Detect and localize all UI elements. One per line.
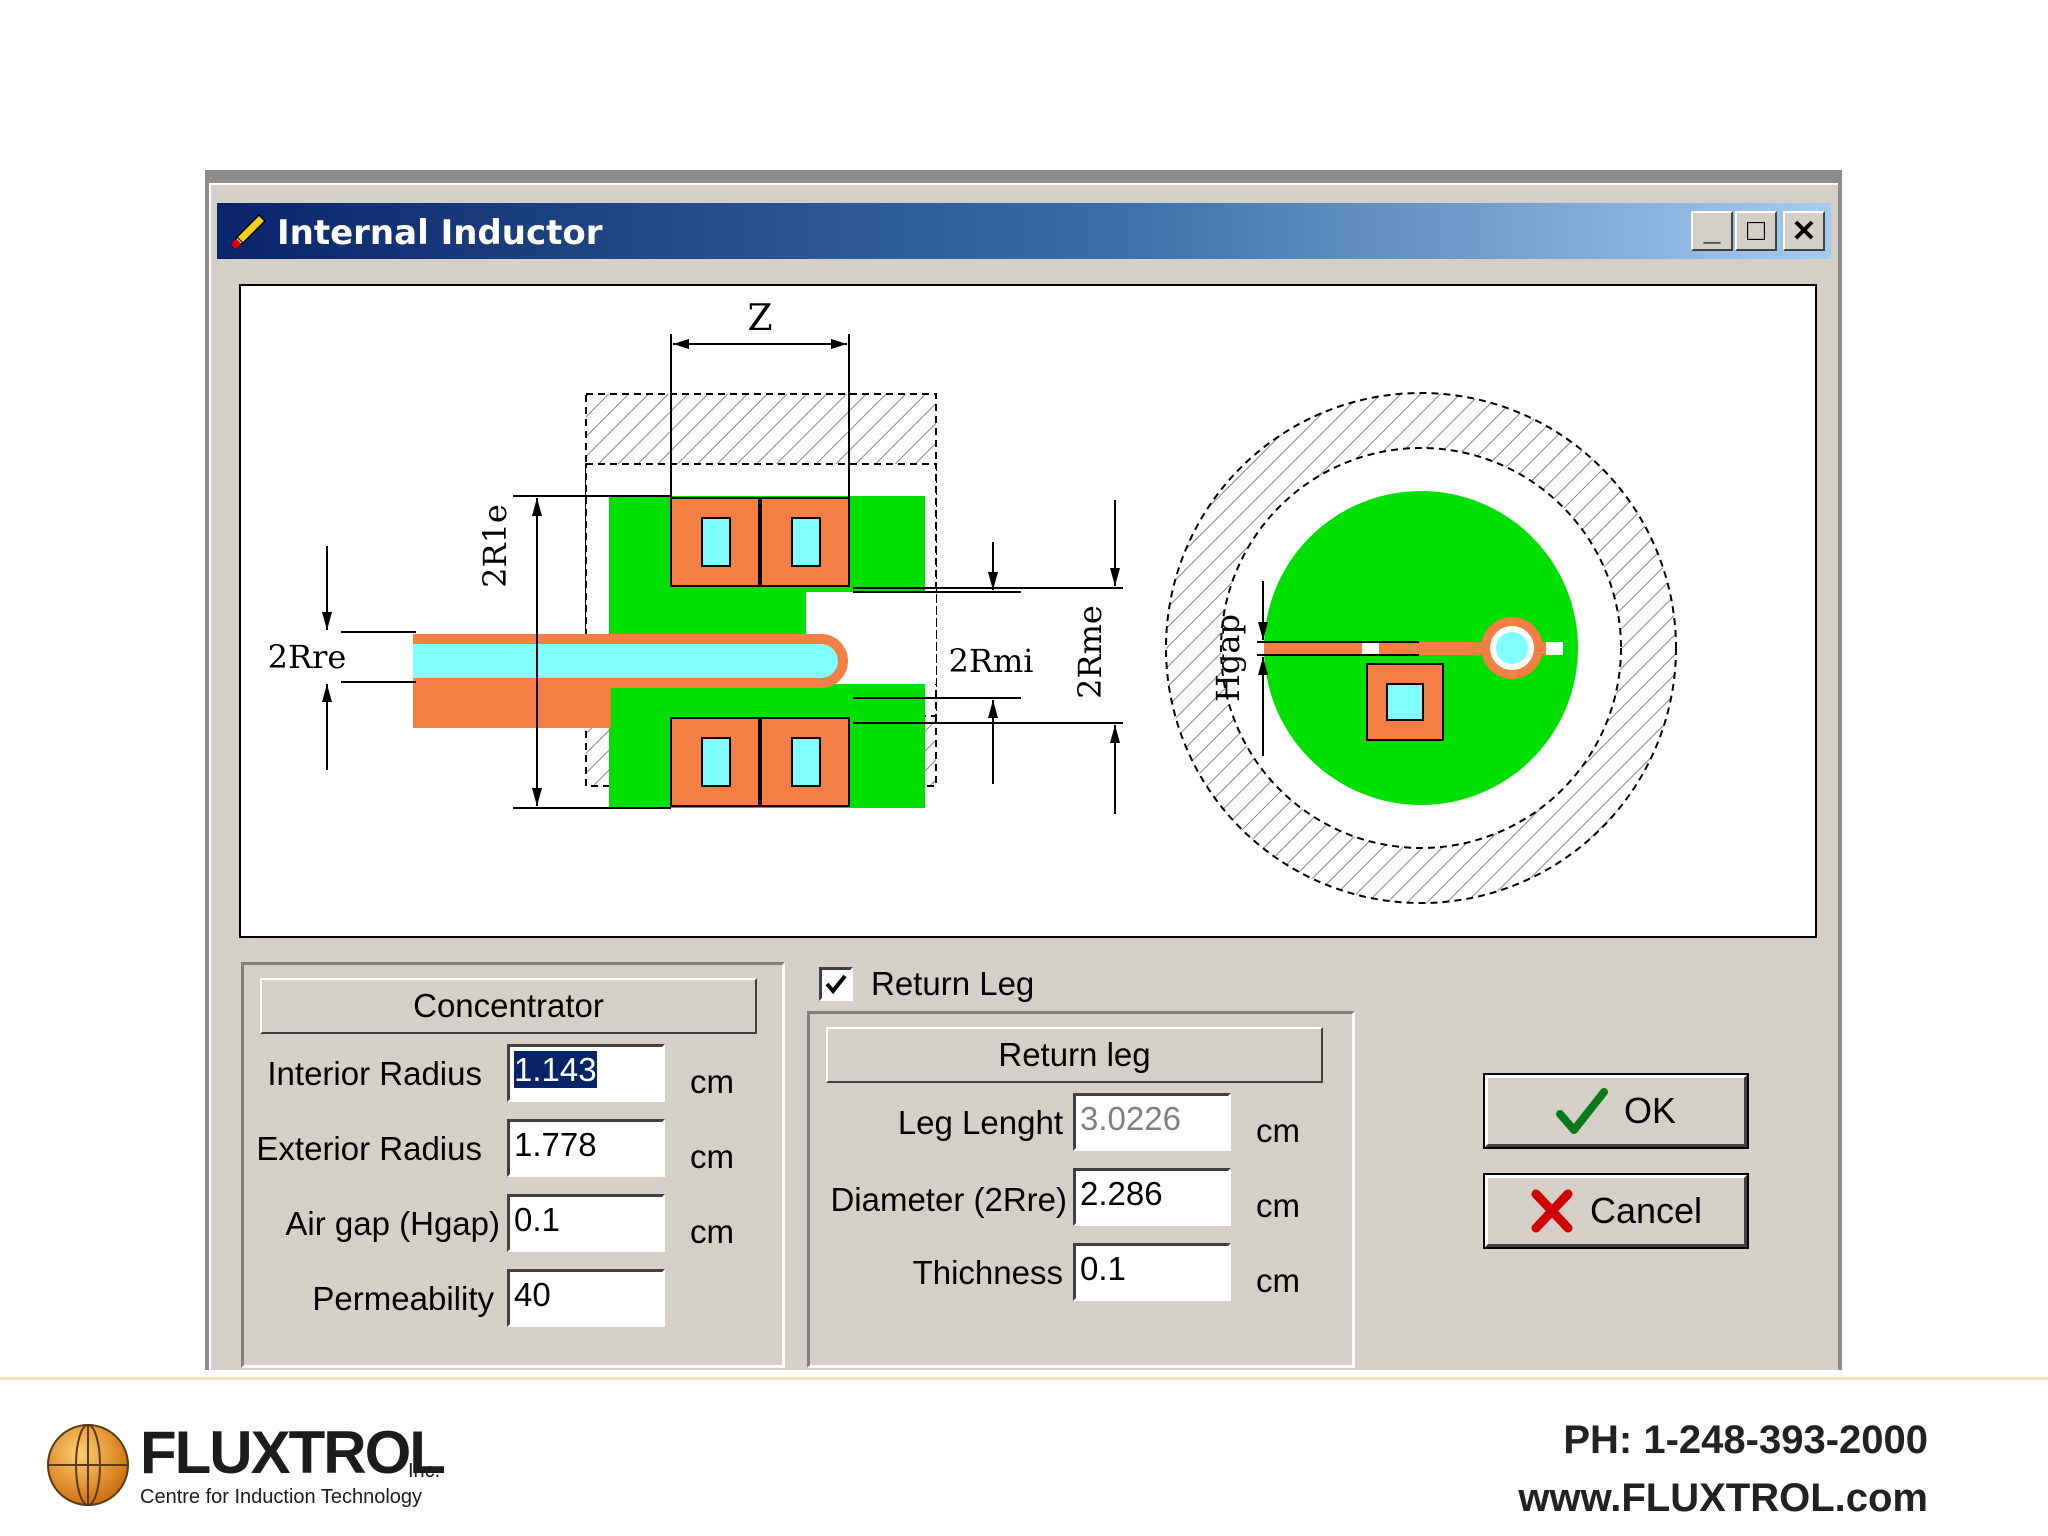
side-view [322,334,1123,814]
window-title: Internal Inductor [277,213,603,253]
exterior-radius-label: Exterior Radius [256,1130,482,1167]
fluxtrol-logo-text: FLUXTROL [140,1419,446,1486]
interior-radius-input[interactable]: 1.143 [507,1044,665,1102]
permeability-label: Permeability [312,1280,494,1317]
exterior-radius-input[interactable]: 1.778 [507,1119,665,1177]
ok-button[interactable]: OK [1483,1073,1749,1149]
diameter-unit: cm [1256,1187,1300,1224]
air-gap-label: Air gap (Hgap) [285,1205,500,1242]
leg-length-input[interactable]: 3.0226 [1073,1093,1231,1151]
minimize-button[interactable]: _ [1691,211,1733,251]
fluxtrol-logo-suffix: Inc. [408,1460,441,1482]
close-button[interactable]: ✕ [1783,211,1825,251]
return-leg-panel: Return leg Leg Lenght 3.0226 cm Diameter… [807,1011,1355,1368]
label-z: Z [747,298,772,339]
pencil-icon [231,213,267,249]
checkmark-icon [1555,1088,1608,1134]
fluxtrol-globe-icon [47,1424,129,1506]
minimize-icon: _ [1703,214,1721,247]
label-2rre: 2Rre [268,638,347,676]
ok-button-label: OK [1623,1090,1676,1131]
interior-radius-unit: cm [690,1063,734,1100]
concentrator-panel: Concentrator Interior Radius 1.143 cm Ex… [241,962,785,1368]
thickness-unit: cm [1256,1262,1300,1299]
internal-inductor-dialog: Internal Inductor _ □ ✕ Z 2R1e 2Rre 2Rmi… [209,183,1838,1370]
label-hgap: Hgap [1209,614,1247,702]
diameter-input[interactable]: 2.286 [1073,1168,1231,1226]
diameter-label: Diameter (2Rre) [830,1181,1067,1218]
air-gap-input[interactable]: 0.1 [507,1194,665,1252]
return-leg-checkbox[interactable] [819,967,853,1001]
fluxtrol-tagline: Centre for Induction Technology [140,1486,423,1508]
title-bar[interactable]: Internal Inductor _ □ ✕ [217,203,1831,259]
label-2r1e: 2R1e [476,504,514,588]
thickness-input[interactable]: 0.1 [1073,1243,1231,1301]
concentrator-header[interactable]: Concentrator [260,978,757,1034]
inductor-diagram: Z 2R1e 2Rre 2Rmi 2Rme Hgap [239,284,1817,938]
permeability-input[interactable]: 40 [507,1269,665,1327]
footer-website: www.FLUXTROL.com [1518,1476,1928,1520]
interior-radius-label: Interior Radius [267,1055,482,1092]
footer-phone: PH: 1-248-393-2000 [1563,1418,1928,1462]
checkmark-icon [825,974,847,995]
return-leg-checkbox-label[interactable]: Return Leg [871,965,1034,1003]
label-2rme: 2Rme [1071,605,1109,699]
footer-divider [0,1377,2048,1380]
air-gap-unit: cm [690,1213,734,1250]
leg-length-unit: cm [1256,1112,1300,1149]
red-x-icon [1531,1189,1573,1233]
leg-length-label: Leg Lenght [897,1104,1063,1141]
exterior-radius-unit: cm [690,1138,734,1175]
cancel-button-label: Cancel [1589,1190,1703,1231]
close-icon: ✕ [1791,214,1817,248]
cancel-button[interactable]: Cancel [1483,1173,1749,1249]
maximize-icon: □ [1746,214,1766,247]
maximize-button[interactable]: □ [1735,211,1777,251]
return-leg-header[interactable]: Return leg [826,1027,1323,1083]
thickness-label: Thichness [912,1254,1063,1291]
label-2rmi: 2Rmi [948,642,1033,680]
